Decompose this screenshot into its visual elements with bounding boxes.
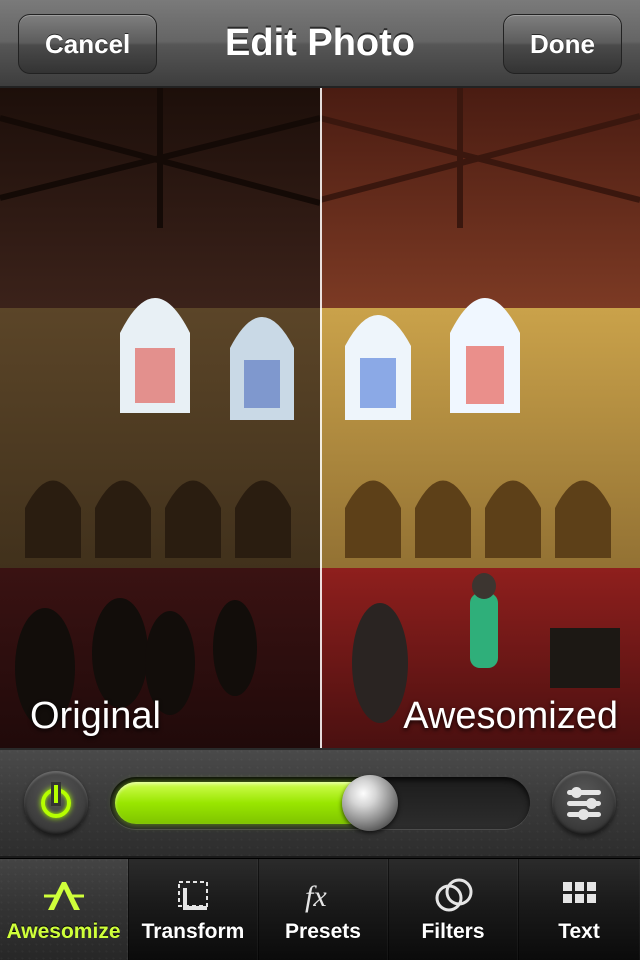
- tab-awesomize[interactable]: Awesomize: [0, 859, 128, 960]
- text-icon: [557, 876, 601, 916]
- presets-icon: fx: [301, 876, 345, 916]
- photo-label-awesomized: Awesomized: [403, 695, 618, 738]
- tab-presets[interactable]: fx Presets: [258, 859, 388, 960]
- control-bar: [0, 748, 640, 858]
- compare-divider[interactable]: [320, 88, 322, 748]
- tab-bar: Awesomize Transform fx Presets Filters: [0, 858, 640, 960]
- slider-thumb[interactable]: [342, 775, 398, 831]
- page-title: Edit Photo: [225, 22, 415, 65]
- tab-label: Awesomize: [7, 920, 121, 944]
- transform-icon: [171, 876, 215, 916]
- done-button[interactable]: Done: [503, 14, 622, 74]
- photo-awesomized: [320, 88, 640, 748]
- svg-text:fx: fx: [305, 880, 327, 913]
- intensity-slider[interactable]: [110, 777, 530, 829]
- tab-label: Filters: [421, 920, 484, 944]
- nav-bar: Cancel Edit Photo Done: [0, 0, 640, 88]
- tab-transform[interactable]: Transform: [128, 859, 258, 960]
- awesomize-icon: [42, 876, 86, 916]
- tab-label: Transform: [142, 920, 245, 944]
- tab-text[interactable]: Text: [518, 859, 640, 960]
- settings-button[interactable]: [552, 771, 616, 835]
- tab-filters[interactable]: Filters: [388, 859, 518, 960]
- sliders-icon: [567, 790, 601, 817]
- cancel-button[interactable]: Cancel: [18, 14, 157, 74]
- photo-label-original: Original: [30, 695, 161, 738]
- power-icon: [41, 788, 71, 818]
- tab-label: Text: [558, 920, 600, 944]
- tab-label: Presets: [285, 920, 361, 944]
- slider-fill: [115, 782, 375, 824]
- photo-original: [0, 88, 320, 748]
- filters-icon: [431, 876, 475, 916]
- power-toggle-button[interactable]: [24, 771, 88, 835]
- photo-compare-area[interactable]: Original Awesomized: [0, 88, 640, 748]
